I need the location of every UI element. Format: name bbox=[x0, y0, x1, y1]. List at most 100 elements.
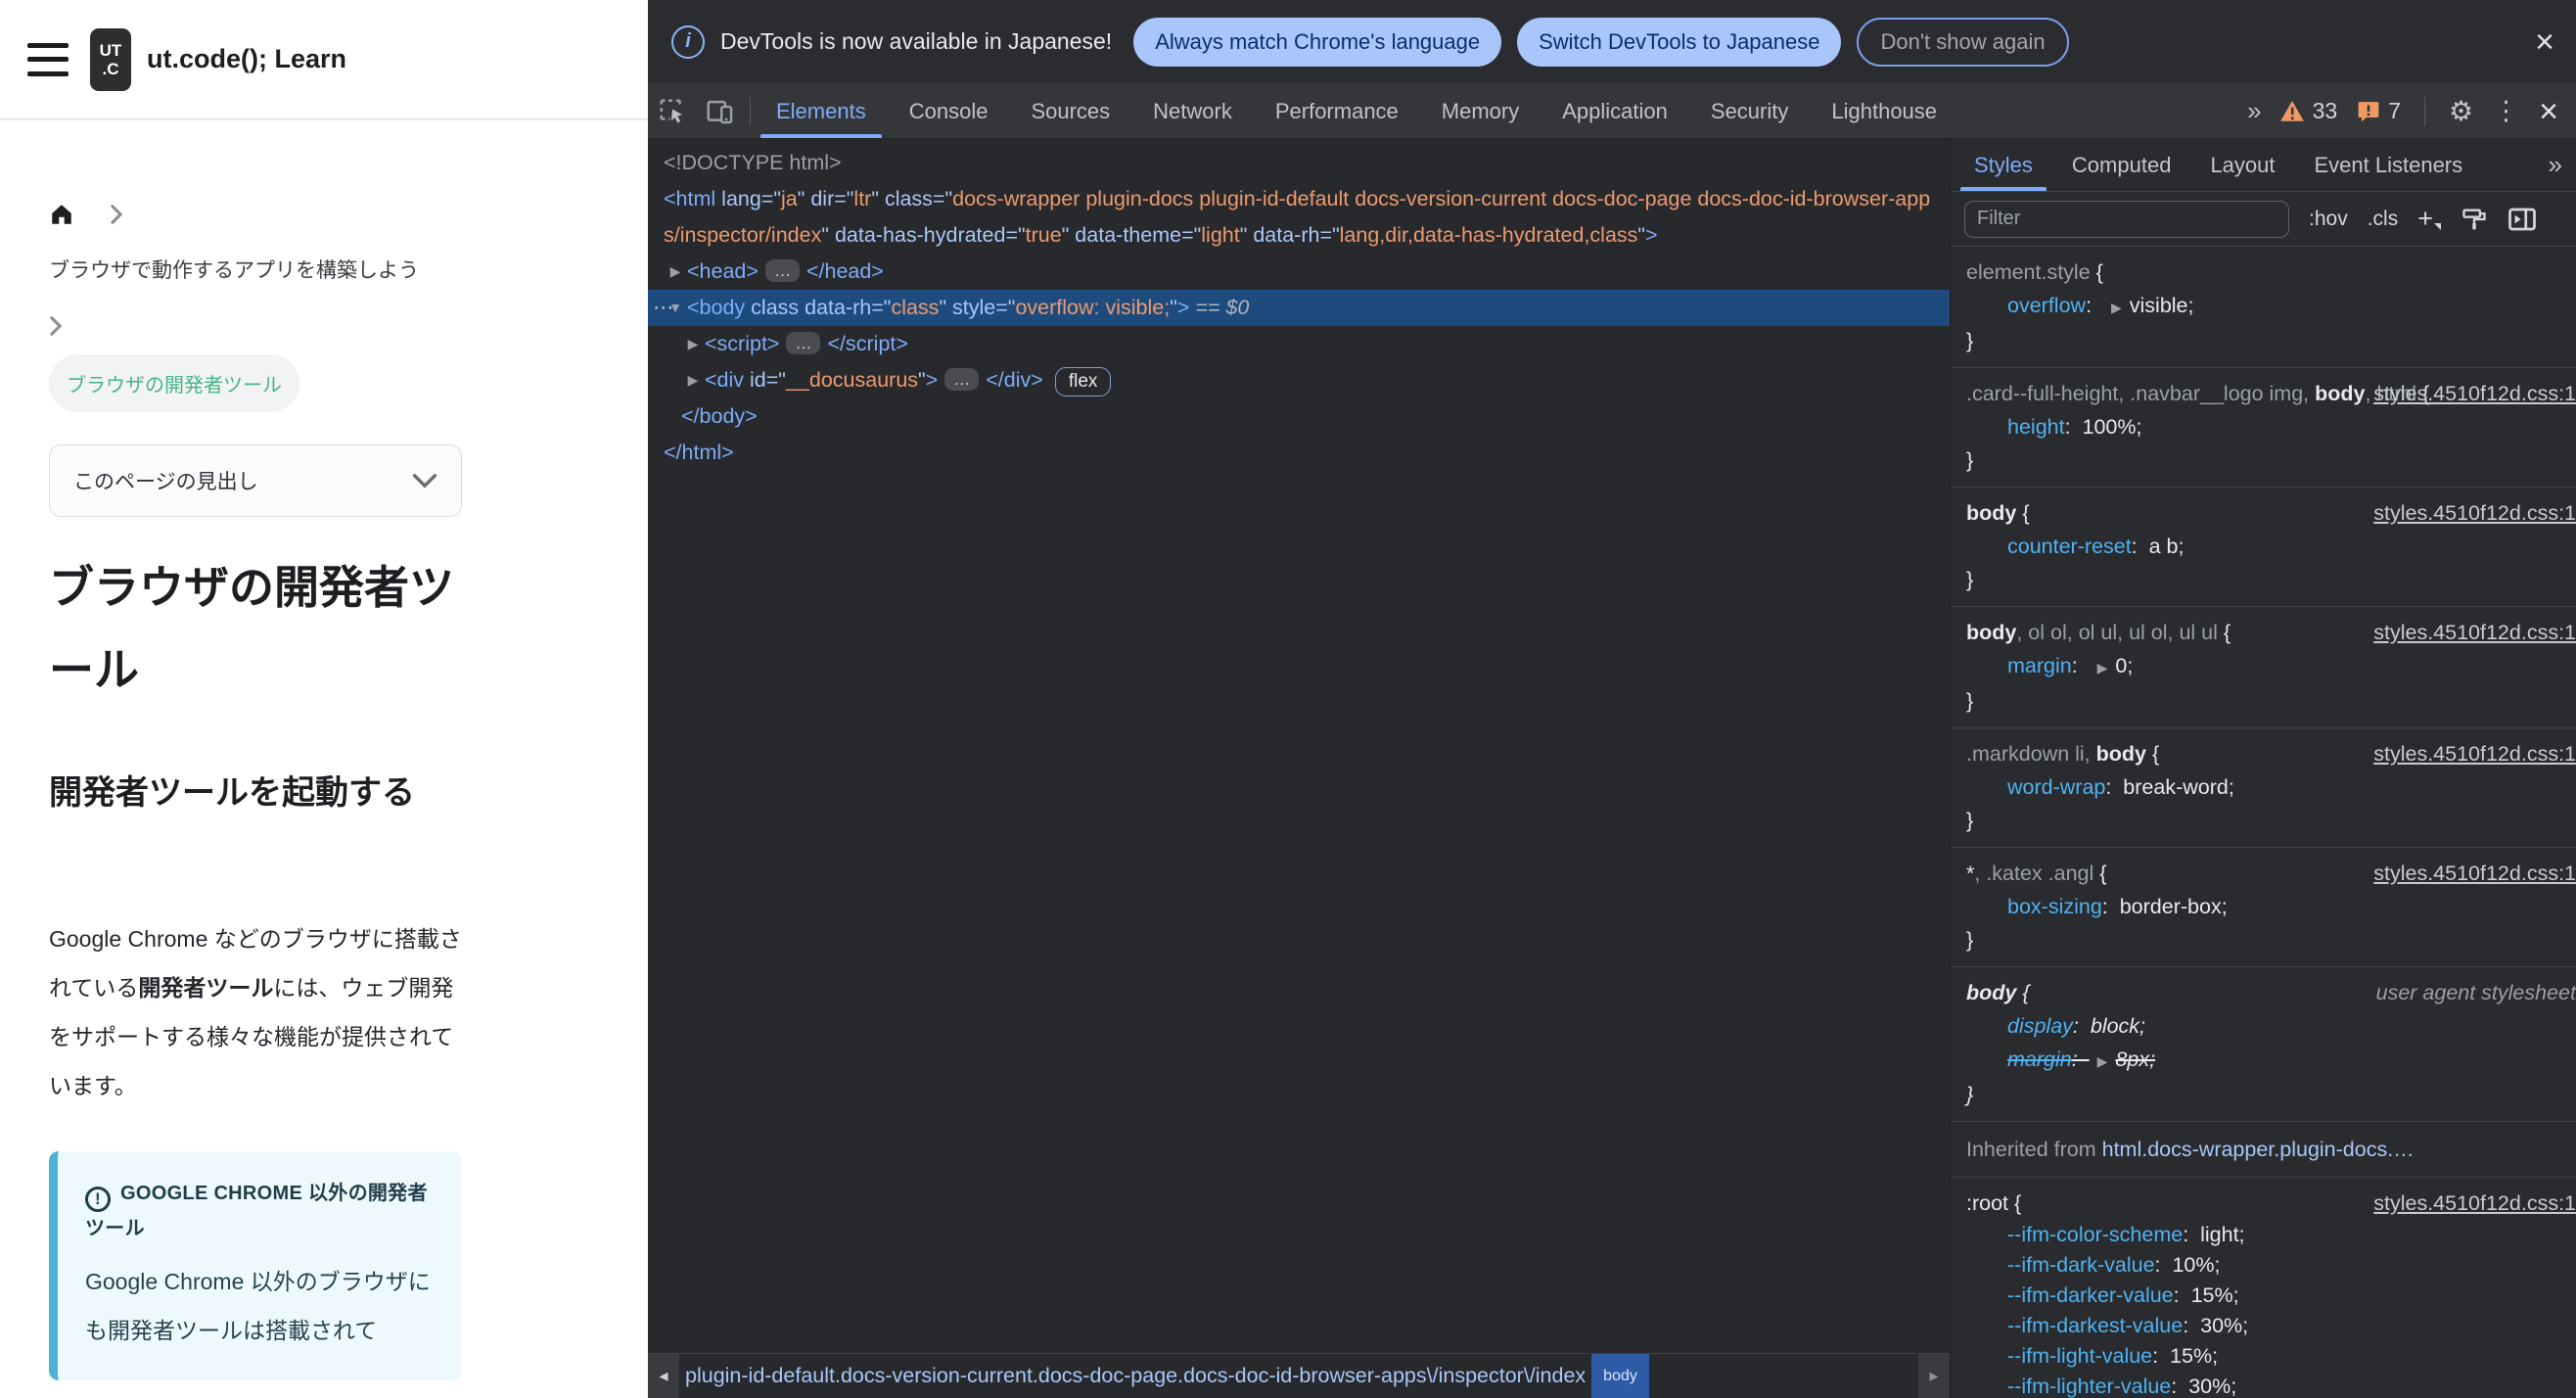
paint-roller-icon[interactable] bbox=[2461, 206, 2488, 233]
style-rule[interactable]: styles.4510f12d.css:1 .markdown li, body … bbox=[1951, 728, 2576, 848]
dom-crumb-path[interactable]: plugin-id-default.docs-version-current.d… bbox=[679, 1354, 1586, 1398]
stylesheet-source-link[interactable]: styles.4510f12d.css:1 bbox=[2373, 737, 2576, 770]
dom-tree-row[interactable]: </body> bbox=[648, 398, 1950, 435]
rule-selector: element.style { bbox=[1966, 260, 2103, 284]
expand-arrow-icon[interactable]: ▶ bbox=[681, 362, 705, 398]
toc-toggle[interactable]: このページの見出し bbox=[49, 444, 462, 517]
css-declaration[interactable]: display: block; bbox=[1966, 1009, 2572, 1043]
css-declaration[interactable]: height: 100%; bbox=[1966, 410, 2572, 443]
expand-inline-icon[interactable]: … bbox=[786, 332, 821, 354]
issues-counter[interactable]: 7 bbox=[2357, 98, 2401, 124]
css-declaration[interactable]: --ifm-color-scheme: light; bbox=[1966, 1220, 2572, 1250]
css-declaration[interactable]: margin: ▶ 8px; bbox=[1966, 1043, 2572, 1078]
breadcrumb-current[interactable]: ブラウザの開発者ツール bbox=[49, 354, 299, 412]
kebab-menu-icon[interactable]: ⋮ bbox=[2493, 96, 2519, 126]
styles-tab-computed[interactable]: Computed bbox=[2052, 139, 2191, 191]
admonition-body: Google Chrome 以外のブラウザにも開発者ツールは搭載されて bbox=[85, 1269, 431, 1343]
always-match-language-button[interactable]: Always match Chrome's language bbox=[1133, 17, 1502, 67]
code-token: lang,dir,data-has-hydrated,class bbox=[1339, 223, 1638, 247]
dont-show-again-button[interactable]: Don't show again bbox=[1857, 17, 2069, 67]
devtools-tab-network[interactable]: Network bbox=[1131, 84, 1254, 138]
dom-tree-row[interactable]: <html lang="ja" dir="ltr" class="docs-wr… bbox=[648, 181, 1950, 254]
devtools-tab-application[interactable]: Application bbox=[1541, 84, 1689, 138]
toggle-pseudo-state-button[interactable]: :hov bbox=[2309, 208, 2348, 231]
sidebar-toggle-icon[interactable] bbox=[2507, 207, 2537, 232]
toggle-class-button[interactable]: .cls bbox=[2368, 208, 2399, 231]
expand-arrow-icon[interactable]: ▶ bbox=[681, 326, 705, 362]
crumb-scroll-right-icon[interactable]: ▸ bbox=[1918, 1354, 1950, 1398]
inherited-node-link[interactable]: html.docs-wrapper.plugin-docs.… bbox=[2102, 1138, 2415, 1161]
devtools-tab-elements[interactable]: Elements bbox=[755, 84, 888, 138]
css-declaration[interactable]: word-wrap: break-word; bbox=[1966, 770, 2572, 804]
css-declaration[interactable]: --ifm-darkest-value: 30%; bbox=[1966, 1311, 2572, 1341]
css-declaration[interactable]: counter-reset: a b; bbox=[1966, 530, 2572, 563]
new-style-rule-button[interactable]: + bbox=[2417, 204, 2441, 234]
dom-tree-row[interactable]: ▶ <script> … </script> bbox=[648, 326, 1950, 362]
expand-inline-icon[interactable]: … bbox=[764, 259, 800, 282]
code-token: <div bbox=[705, 368, 745, 392]
dom-tree-row[interactable]: </html> bbox=[648, 435, 1950, 471]
dom-tree-row[interactable]: ▶ <head>… </head> bbox=[648, 254, 1950, 290]
css-declaration[interactable]: --ifm-dark-value: 10%; bbox=[1966, 1250, 2572, 1281]
devtools-tab-lighthouse[interactable]: Lighthouse bbox=[1810, 84, 1958, 138]
styles-filter-row: :hov .cls + bbox=[1951, 192, 2576, 247]
expand-inline-icon[interactable]: … bbox=[944, 368, 980, 391]
flex-badge[interactable]: flex bbox=[1054, 367, 1112, 396]
devtools-tab-security[interactable]: Security bbox=[1689, 84, 1810, 138]
home-icon[interactable] bbox=[49, 202, 74, 227]
styles-tab-styles[interactable]: Styles bbox=[1955, 139, 2052, 191]
expand-value-arrow-icon[interactable]: ▶ bbox=[2097, 660, 2108, 676]
css-declaration[interactable]: box-sizing: border-box; bbox=[1966, 890, 2572, 923]
warnings-counter[interactable]: 33 bbox=[2279, 98, 2337, 124]
crumb-scroll-left-icon[interactable]: ◂ bbox=[648, 1354, 679, 1398]
devtools-close-icon[interactable]: × bbox=[2539, 95, 2558, 128]
style-rule[interactable]: styles.4510f12d.css:1 .card--full-height,… bbox=[1951, 368, 2576, 488]
stylesheet-source-link[interactable]: styles.4510f12d.css:1 bbox=[2373, 857, 2576, 890]
css-declaration[interactable]: --ifm-light-value: 15%; bbox=[1966, 1341, 2572, 1372]
section-heading: 開発者ツールを起動する bbox=[49, 774, 415, 812]
stylesheet-source-link[interactable]: styles.4510f12d.css:1 bbox=[2373, 496, 2576, 530]
expand-value-arrow-icon[interactable]: ▶ bbox=[2111, 300, 2122, 315]
dom-tree-row[interactable]: ▶ <div id="__docusaurus">… </div> flex bbox=[648, 362, 1950, 398]
styles-tab-event-listeners[interactable]: Event Listeners bbox=[2295, 139, 2483, 191]
style-rule[interactable]: user agent stylesheet body {display: bloc… bbox=[1951, 967, 2576, 1122]
expand-value-arrow-icon[interactable]: ▶ bbox=[2097, 1053, 2108, 1069]
style-rule[interactable]: styles.4510f12d.css:1:root {--ifm-color-… bbox=[1951, 1178, 2576, 1398]
toolbar-left-icons bbox=[648, 84, 746, 138]
styles-rule-list: element.style {overflow: ▶ visible;} style… bbox=[1951, 247, 2576, 1398]
devtools-tab-console[interactable]: Console bbox=[888, 84, 1010, 138]
dom-crumb-selected[interactable]: body bbox=[1591, 1354, 1649, 1398]
style-rule[interactable]: element.style {overflow: ▶ visible;} bbox=[1951, 247, 2576, 368]
devtools-tab-memory[interactable]: Memory bbox=[1420, 84, 1541, 138]
styles-tab-layout[interactable]: Layout bbox=[2190, 139, 2294, 191]
site-logo[interactable]: UT .C bbox=[90, 27, 131, 91]
styles-filter-input[interactable] bbox=[1964, 200, 2289, 238]
more-panels-icon[interactable]: » bbox=[2247, 96, 2262, 126]
devtools-tab-performance[interactable]: Performance bbox=[1254, 84, 1420, 138]
css-declaration[interactable]: --ifm-darker-value: 15%; bbox=[1966, 1281, 2572, 1311]
dom-tree-row[interactable]: <!DOCTYPE html> bbox=[648, 145, 1950, 181]
css-declaration[interactable]: margin: ▶ 0; bbox=[1966, 649, 2572, 684]
stylesheet-source-link[interactable]: styles.4510f12d.css:1 bbox=[2373, 616, 2576, 649]
stylesheet-source-link[interactable]: styles.4510f12d.css:1 bbox=[2373, 1187, 2576, 1220]
settings-gear-icon[interactable]: ⚙ bbox=[2449, 95, 2473, 127]
switch-devtools-japanese-button[interactable]: Switch DevTools to Japanese bbox=[1517, 17, 1842, 67]
inspect-element-icon[interactable] bbox=[658, 97, 687, 126]
infobar-close-icon[interactable]: × bbox=[2535, 25, 2554, 59]
style-rule[interactable]: styles.4510f12d.css:1 body, ol ol, ol ul,… bbox=[1951, 607, 2576, 728]
expand-arrow-icon[interactable]: ▶ bbox=[664, 254, 687, 290]
dom-tree-row-selected[interactable]: ⋯ ▼ <body class data-rh="class" style="ove… bbox=[648, 290, 1950, 326]
page-title: ブラウザの開発者ツール bbox=[49, 562, 454, 695]
style-rule[interactable]: styles.4510f12d.css:1 *, .katex .angl {bo… bbox=[1951, 848, 2576, 967]
css-declaration[interactable]: overflow: ▶ visible; bbox=[1966, 289, 2572, 324]
stylesheet-source-link[interactable]: styles.4510f12d.css:1 bbox=[2373, 377, 2576, 410]
style-rule[interactable]: styles.4510f12d.css:1 body {counter-reset… bbox=[1951, 488, 2576, 607]
device-toolbar-icon[interactable] bbox=[705, 97, 736, 126]
styles-more-tabs-icon[interactable]: » bbox=[2549, 139, 2576, 191]
site-title[interactable]: ut.code(); Learn bbox=[147, 44, 346, 74]
css-declaration[interactable]: --ifm-lighter-value: 30%; bbox=[1966, 1372, 2572, 1398]
menu-icon[interactable] bbox=[27, 42, 69, 76]
screen: UT .C ut.code(); Learn ブラウザで動作するアプリを構築しよ… bbox=[0, 0, 2576, 1398]
devtools-tab-sources[interactable]: Sources bbox=[1009, 84, 1131, 138]
breadcrumb-level1[interactable]: ブラウザで動作するアプリを構築しよう bbox=[49, 255, 480, 284]
